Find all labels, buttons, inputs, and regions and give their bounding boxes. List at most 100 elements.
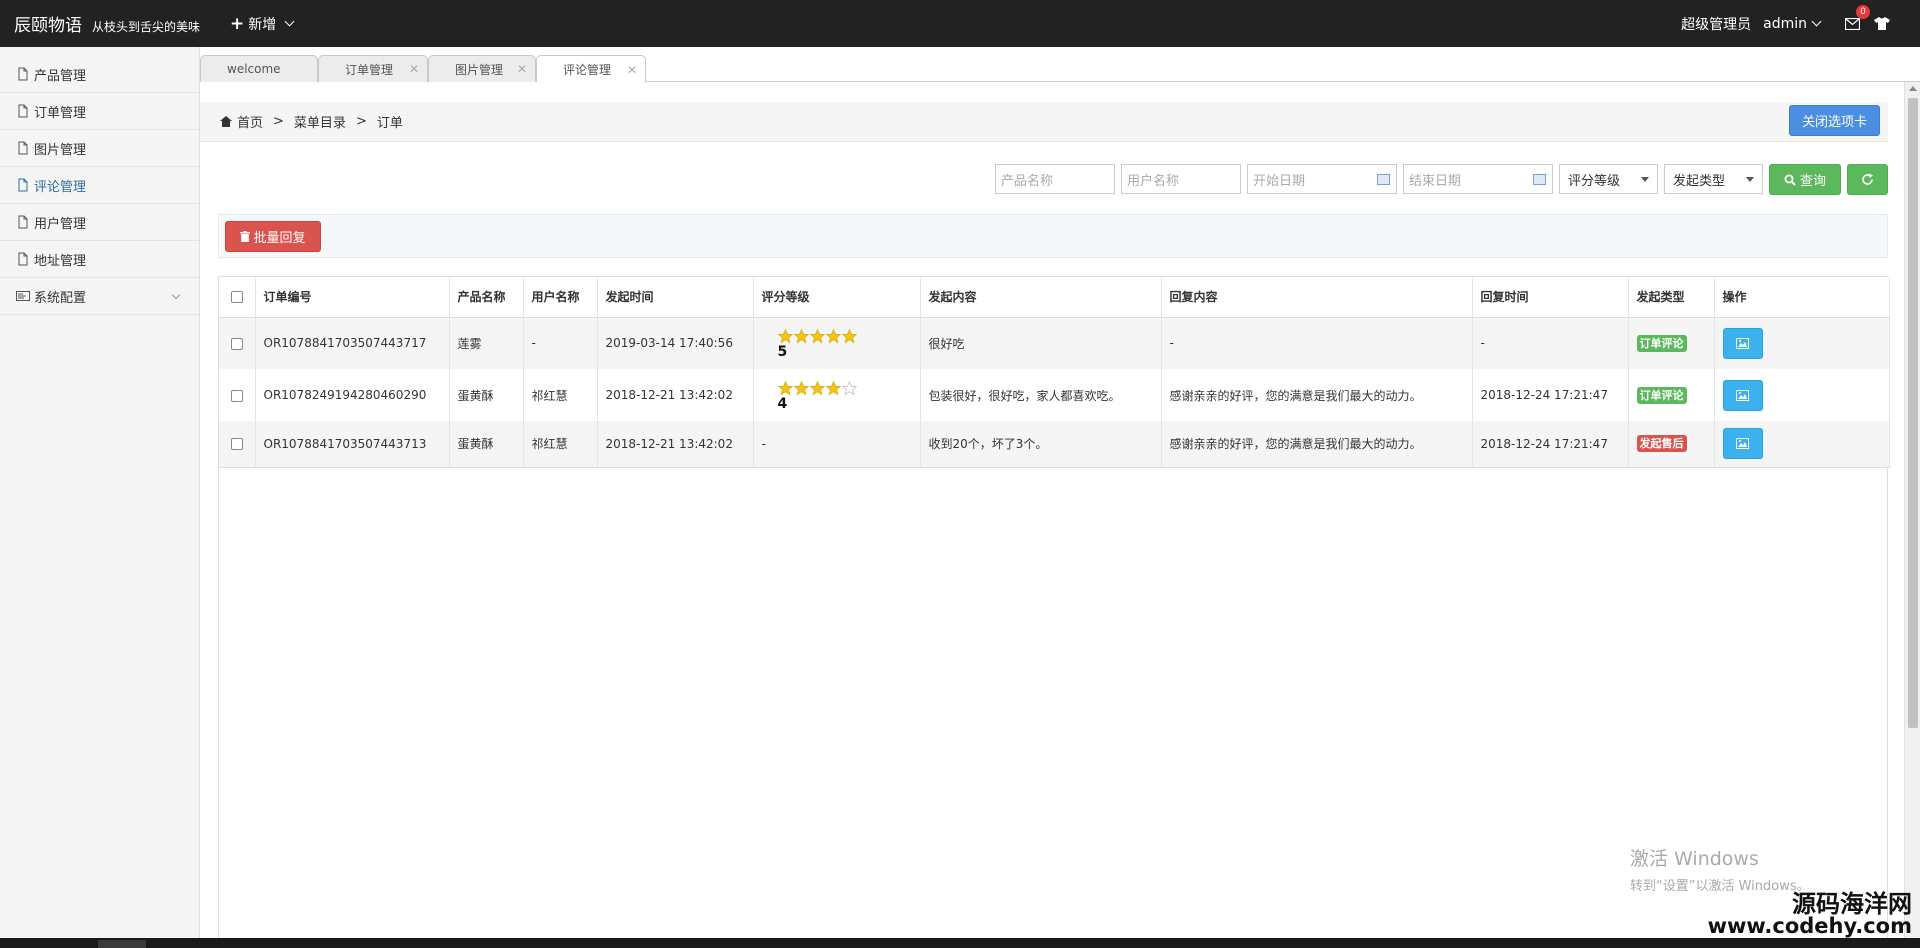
status-badge: 订单评论 bbox=[1636, 386, 1687, 404]
close-tabs-button[interactable]: 关闭选项卡 bbox=[1788, 105, 1880, 136]
sidebar-item-label: 图片管理 bbox=[34, 142, 87, 158]
product-cell: 蛋黄酥 bbox=[449, 369, 524, 421]
end-date-placeholder: 结束日期 bbox=[1409, 173, 1462, 189]
sidebar-item-orders[interactable]: 订单管理 bbox=[0, 93, 199, 130]
scrollbar-thumb[interactable] bbox=[1908, 98, 1918, 728]
filter-bar: 产品名称 用户名称 开始日期 结束日期 评分等级 发起类型 查询 bbox=[995, 164, 1888, 195]
start-date-input[interactable]: 开始日期 bbox=[1247, 164, 1397, 194]
close-icon[interactable]: ✕ bbox=[517, 62, 527, 76]
rating-select[interactable]: 评分等级 bbox=[1559, 164, 1658, 194]
top-header: 辰颐物语 从枝头到舌尖的美味 + 新增 超级管理员 admin 0 bbox=[0, 0, 1920, 47]
brand-slogan: 从枝头到舌尖的美味 bbox=[92, 20, 201, 34]
column-header: 回复时间 bbox=[1472, 277, 1629, 318]
rating-cell: 4 bbox=[753, 369, 921, 421]
chevron-down-icon bbox=[284, 16, 295, 27]
tab-welcome[interactable]: welcome bbox=[200, 55, 318, 82]
sidebar-item-products[interactable]: 产品管理 bbox=[0, 56, 199, 93]
file-icon bbox=[18, 141, 28, 155]
product-name-placeholder: 产品名称 bbox=[1001, 173, 1054, 189]
sidebar-item-users[interactable]: 用户管理 bbox=[0, 204, 199, 241]
user-name-input[interactable]: 用户名称 bbox=[1121, 164, 1241, 194]
chevron-down-icon bbox=[171, 290, 181, 300]
view-image-button[interactable] bbox=[1722, 327, 1763, 359]
trash-icon bbox=[240, 230, 251, 242]
rating-stars bbox=[777, 380, 920, 396]
config-icon bbox=[16, 291, 30, 301]
calendar-icon bbox=[1377, 174, 1390, 185]
row-checkbox[interactable] bbox=[230, 438, 243, 451]
tab-orders[interactable]: 订单管理 ✕ bbox=[318, 55, 428, 82]
row-select-cell bbox=[219, 369, 256, 421]
close-icon[interactable]: ✕ bbox=[627, 63, 637, 77]
search-icon bbox=[1784, 174, 1796, 186]
sidebar-item-comments[interactable]: 评论管理 bbox=[0, 167, 199, 204]
theme-button[interactable] bbox=[1874, 17, 1890, 30]
refresh-button[interactable] bbox=[1847, 164, 1888, 195]
taskbar-item[interactable] bbox=[98, 940, 146, 948]
select-all-checkbox[interactable] bbox=[230, 291, 243, 304]
query-button[interactable]: 查询 bbox=[1769, 164, 1841, 195]
image-icon bbox=[1736, 337, 1749, 349]
column-header: 发起内容 bbox=[920, 277, 1162, 318]
user-cell: 祁红慧 bbox=[523, 369, 598, 421]
rating-score: 4 bbox=[777, 395, 788, 412]
brand[interactable]: 辰颐物语 从枝头到舌尖的美味 bbox=[0, 11, 200, 36]
tab-comments[interactable]: 评论管理 ✕ bbox=[536, 55, 646, 83]
row-checkbox[interactable] bbox=[230, 389, 243, 402]
rating-stars bbox=[777, 328, 920, 344]
type-cell: 发起售后 bbox=[1628, 421, 1715, 468]
messages-button[interactable]: 0 bbox=[1842, 4, 1870, 34]
file-icon bbox=[18, 67, 28, 81]
sidebar-item-addresses[interactable]: 地址管理 bbox=[0, 241, 199, 278]
vertical-scrollbar[interactable] bbox=[1904, 82, 1920, 938]
scroll-up-icon[interactable] bbox=[1909, 86, 1917, 91]
sidebar-item-images[interactable]: 图片管理 bbox=[0, 130, 199, 167]
breadcrumb: 首页 > 菜单目录 > 订单 关闭选项卡 bbox=[200, 102, 1888, 142]
home-icon bbox=[220, 116, 232, 127]
tab-label: 订单管理 bbox=[345, 62, 394, 77]
image-icon bbox=[1736, 438, 1749, 450]
end-date-input[interactable]: 结束日期 bbox=[1403, 164, 1553, 194]
breadcrumb-level1[interactable]: 菜单目录 bbox=[294, 112, 346, 131]
breadcrumb-separator: > bbox=[273, 114, 284, 129]
time-cell: 2018-12-21 13:42:02 bbox=[597, 421, 754, 468]
breadcrumb-home[interactable]: 首页 bbox=[237, 112, 263, 131]
add-new-label: 新增 bbox=[248, 16, 277, 33]
breadcrumb-separator: > bbox=[355, 114, 367, 129]
product-name-input[interactable]: 产品名称 bbox=[995, 164, 1115, 194]
table-toolbar: 批量回复 bbox=[218, 214, 1888, 258]
star-filled-icon bbox=[809, 380, 825, 395]
row-checkbox[interactable] bbox=[230, 337, 243, 350]
tab-images[interactable]: 图片管理 ✕ bbox=[428, 55, 536, 82]
shirt-icon bbox=[1874, 17, 1890, 30]
action-cell bbox=[1714, 421, 1890, 468]
user-menu[interactable]: admin bbox=[1763, 15, 1822, 32]
view-image-button[interactable] bbox=[1722, 428, 1763, 460]
sidebar-item-system-config[interactable]: 系统配置 bbox=[0, 278, 199, 315]
star-filled-icon bbox=[777, 380, 793, 395]
user-name-placeholder: 用户名称 bbox=[1127, 173, 1180, 189]
sidebar-item-label: 用户管理 bbox=[34, 216, 87, 232]
add-new-menu[interactable]: + 新增 bbox=[230, 14, 295, 34]
mail-icon bbox=[1844, 17, 1860, 30]
watermark-line1: 激活 Windows bbox=[1630, 848, 1759, 870]
star-empty-icon bbox=[841, 380, 857, 395]
type-select[interactable]: 发起类型 bbox=[1664, 164, 1763, 194]
site-watermark-url: www.codehy.com bbox=[1707, 914, 1912, 938]
sidebar: 产品管理 订单管理 图片管理 评论管理 用户管理 地址管理 系统配置 bbox=[0, 47, 200, 938]
batch-reply-button[interactable]: 批量回复 bbox=[225, 220, 321, 252]
windows-activation-watermark: 激活 Windows 转到“设置”以激活 Windows。 bbox=[1630, 844, 1810, 894]
column-header: 评分等级 bbox=[753, 277, 921, 318]
close-icon[interactable]: ✕ bbox=[409, 62, 419, 76]
action-cell bbox=[1714, 369, 1890, 421]
star-filled-icon bbox=[809, 328, 825, 344]
star-filled-icon bbox=[825, 328, 841, 344]
username: admin bbox=[1763, 15, 1807, 32]
mail-badge: 0 bbox=[1856, 4, 1870, 19]
column-header: 发起时间 bbox=[597, 277, 754, 318]
view-image-button[interactable] bbox=[1722, 379, 1763, 411]
rating-score: 5 bbox=[777, 343, 788, 360]
taskbar bbox=[0, 938, 1920, 948]
action-cell bbox=[1714, 317, 1890, 369]
type-select-value: 发起类型 bbox=[1673, 173, 1726, 189]
